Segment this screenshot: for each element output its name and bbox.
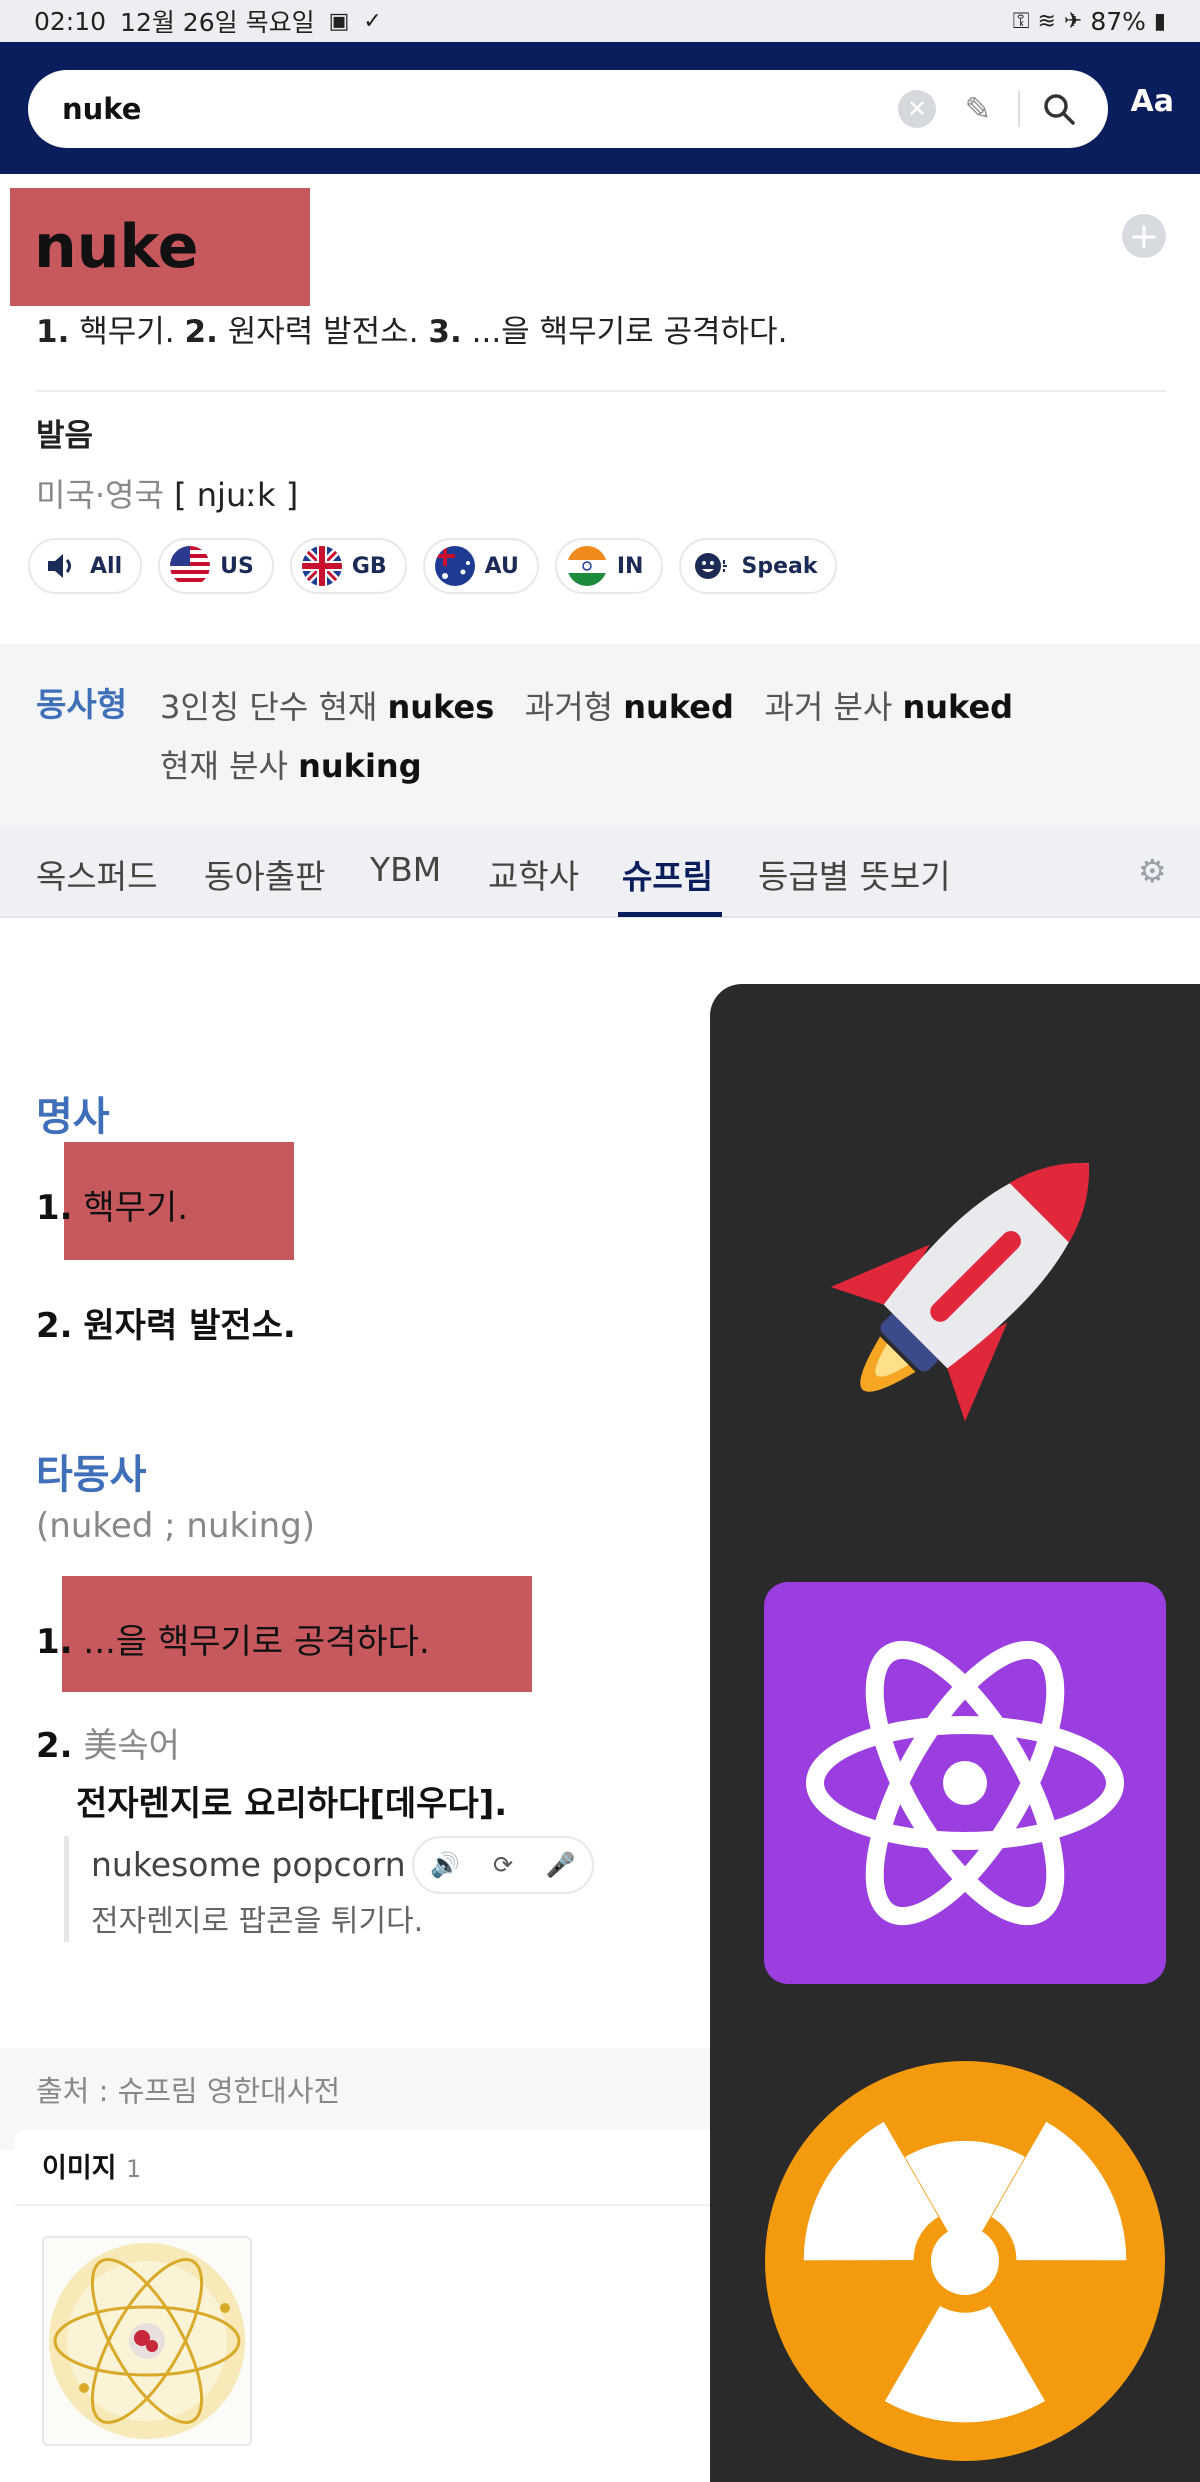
font-size-button[interactable]: Aa [1131,84,1174,119]
shield-check-icon: ✓ [363,8,382,34]
radioactive-emoji-icon[interactable] [760,2056,1170,2466]
definitions: 명사 1. 핵무기. 2. 원자력 발전소. 타동사 (nuked ; nuki… [0,918,710,2048]
search-icon[interactable] [1040,90,1078,128]
pronunciation-line: 미국·영국 [ njuːk ] [36,470,298,516]
images-section: 이미지 1 [14,2130,714,2482]
airplane-mode-icon: ✈ [1063,8,1083,34]
audio-buttons: All US GB AU IN Speak [28,538,838,594]
noun-definition-2: 2. 원자력 발전소. [36,1306,296,1346]
meaning-summary: 1. 핵무기. 2. 원자력 발전소. 3. ...을 핵무기로 공격하다. [36,314,788,350]
verb-forms-list: 3인칭 단수 현재 nukes 과거형 nuked 과거 분사 nuked 현재… [160,688,1014,785]
status-date: 12월 26일 목요일 [120,8,315,37]
active-tab-indicator [618,912,722,917]
example-audio-controls: 🔊 ⟳ 🎤 [412,1836,594,1894]
tab-ybm[interactable]: YBM [370,850,441,889]
verb-forms-section: 동사형 3인칭 단수 현재 nukes 과거형 nuked 과거 분사 nuke… [0,644,1200,828]
pos-noun: 명사 [36,1094,110,1140]
example-microphone-icon[interactable]: 🎤 [546,1851,576,1879]
wifi-icon: ≋ [1037,8,1056,34]
play-all-button[interactable]: All [28,538,143,594]
search-input[interactable] [62,92,898,126]
au-flag-icon [434,546,475,586]
images-title: 이미지 1 [42,2153,142,2184]
settings-gear-icon[interactable]: ⚙ [1138,852,1167,890]
emoji-suggestion-panel [710,984,1200,2482]
gb-flag-icon [301,546,342,586]
search-box[interactable]: ✕ ✎ [28,70,1108,148]
play-gb-button[interactable]: GB [289,538,407,594]
speaker-icon [48,554,71,578]
divider [36,390,1166,392]
status-time: 02:10 [34,6,107,36]
battery-percent: 87% [1090,6,1146,36]
search-header: ✕ ✎ Aa [0,42,1200,174]
clear-search-button[interactable]: ✕ [898,90,936,128]
divider [14,2204,714,2206]
verb-definition-1: 1. ...을 핵무기로 공격하다. [36,1622,430,1662]
play-au-button[interactable]: AU [422,538,539,594]
handwriting-pen-icon[interactable]: ✎ [956,90,1000,128]
rocket-emoji-icon[interactable] [760,1082,1170,1492]
dictionary-tabs: 옥스퍼드 동아출판 YBM 교학사 슈프림 등급별 뜻보기 ⚙ [0,828,1200,918]
verb-definition-2-label: 2. 美속어 [36,1726,180,1766]
play-us-button[interactable]: US [158,538,274,594]
tab-kyohaksa[interactable]: 교학사 [488,850,579,898]
verb-forms-label: 동사형 [36,685,128,724]
source-text: 출처 : 슈프림 영한대사전 [36,2074,341,2108]
battery-icon: ▮ [1153,8,1166,34]
speak-button[interactable]: Speak [679,538,838,594]
pronunciation-ipa: [ njuːk ] [174,476,299,514]
images-count: 1 [125,2155,142,2183]
speaking-face-icon [695,553,728,579]
example-korean: 전자렌지로 팝콘을 튀기다. [91,1904,424,1939]
play-in-button[interactable]: IN [554,538,664,594]
in-flag-icon [566,546,607,586]
us-flag-icon [170,546,211,586]
key-icon: ⚿ [1012,8,1030,34]
image-thumbnail-atom[interactable] [42,2236,252,2446]
noun-definition-1: 1. 핵무기. [36,1188,189,1228]
status-bar: 02:10 12월 26일 목요일 ▣ ✓ ⚿ ≋ ✈ 87% ▮ [0,0,1200,42]
pronunciation-region: 미국·영국 [36,476,164,514]
search-divider [1018,91,1020,127]
tab-level-meanings[interactable]: 등급별 뜻보기 [758,850,951,898]
verb-definition-2: 전자렌지로 요리하다[데우다]. [76,1784,508,1824]
atom-symbol-emoji-icon[interactable] [760,1578,1170,1988]
example-repeat-icon[interactable]: ⟳ [493,1851,513,1879]
verb-inflections: (nuked ; nuking) [36,1506,316,1546]
tab-donga[interactable]: 동아출판 [204,850,325,898]
tab-supreme[interactable]: 슈프림 [622,850,713,898]
example-play-icon[interactable]: 🔊 [430,1851,460,1879]
pos-transitive-verb: 타동사 [36,1452,147,1498]
gallery-notification-icon: ▣ [328,8,350,34]
pronunciation-title: 발음 [36,418,94,454]
tab-oxford[interactable]: 옥스퍼드 [36,850,157,898]
add-to-wordbook-button[interactable]: + [1122,214,1166,258]
headword: nuke [10,188,310,306]
